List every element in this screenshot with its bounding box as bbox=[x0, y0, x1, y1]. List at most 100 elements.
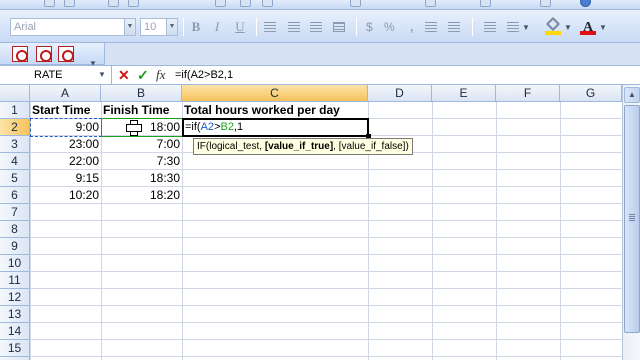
column-header-f[interactable]: F bbox=[496, 85, 560, 102]
sort-icon[interactable] bbox=[480, 0, 491, 7]
chevron-down-icon[interactable]: ▼ bbox=[98, 70, 106, 79]
font-size-value: 10 bbox=[144, 21, 157, 33]
cell-a4[interactable]: 22:00 bbox=[30, 153, 101, 170]
align-center-icon[interactable] bbox=[288, 22, 300, 32]
font-name-value: Arial bbox=[14, 21, 37, 33]
chevron-down-icon[interactable]: ▼ bbox=[599, 23, 607, 32]
cell-a1[interactable]: Start Time bbox=[30, 102, 101, 119]
formula-prefix: =if( bbox=[185, 121, 201, 133]
fill-color-swatch bbox=[545, 31, 561, 35]
borders-icon[interactable] bbox=[507, 22, 519, 32]
chevron-down-icon[interactable]: ▼ bbox=[166, 19, 177, 35]
column-header-d[interactable]: D bbox=[368, 85, 432, 102]
chevron-down-icon[interactable]: ▼ bbox=[564, 23, 572, 32]
cell-c1[interactable]: Total hours worked per day bbox=[182, 102, 368, 119]
align-right-icon[interactable] bbox=[310, 22, 322, 32]
autosum-icon[interactable] bbox=[425, 0, 436, 7]
formula-ref-a2: A2 bbox=[200, 121, 215, 133]
select-all-button[interactable] bbox=[0, 85, 30, 102]
preview-icon[interactable] bbox=[128, 0, 139, 7]
undo-icon[interactable] bbox=[350, 0, 361, 7]
paste-icon[interactable] bbox=[262, 0, 273, 7]
increase-decimal-icon[interactable] bbox=[425, 22, 437, 32]
cell-a3[interactable]: 23:00 bbox=[30, 136, 101, 153]
row-header[interactable]: 14 bbox=[0, 323, 30, 340]
row-header[interactable]: 5 bbox=[0, 170, 30, 187]
decrease-indent-icon[interactable] bbox=[484, 22, 496, 32]
column-header-g[interactable]: G bbox=[560, 85, 622, 102]
reference-highlight-a2 bbox=[30, 118, 102, 137]
tooltip-current-argument[interactable]: [value_if_true] bbox=[265, 141, 333, 152]
bold-button[interactable]: B bbox=[187, 19, 205, 35]
percent-button[interactable]: % bbox=[384, 19, 395, 35]
open-icon[interactable] bbox=[44, 0, 55, 7]
gridline bbox=[560, 102, 561, 360]
insert-function-icon[interactable]: fx bbox=[156, 67, 165, 83]
decrease-decimal-icon[interactable] bbox=[448, 22, 460, 32]
separator bbox=[256, 18, 257, 36]
currency-button[interactable]: $ bbox=[366, 19, 373, 35]
vertical-scrollbar[interactable]: ▲ bbox=[622, 85, 640, 360]
row-header[interactable]: 3 bbox=[0, 136, 30, 153]
column-header-a[interactable]: A bbox=[30, 85, 101, 102]
row-header[interactable]: 15 bbox=[0, 340, 30, 357]
cell-b3[interactable]: 7:00 bbox=[101, 136, 182, 153]
print-icon[interactable] bbox=[108, 0, 119, 7]
comma-style-button[interactable]: , bbox=[410, 19, 413, 35]
row-header[interactable]: 8 bbox=[0, 221, 30, 238]
save-icon[interactable] bbox=[64, 0, 75, 7]
merge-center-icon[interactable] bbox=[333, 22, 345, 32]
help-icon[interactable] bbox=[580, 0, 591, 7]
scroll-up-icon[interactable]: ▲ bbox=[624, 87, 640, 103]
row-header[interactable]: 11 bbox=[0, 272, 30, 289]
align-left-icon[interactable] bbox=[264, 22, 276, 32]
row-header[interactable]: 10 bbox=[0, 255, 30, 272]
row-header[interactable]: 12 bbox=[0, 289, 30, 306]
row-header[interactable]: 2 bbox=[0, 119, 30, 136]
fill-color-button[interactable] bbox=[545, 16, 561, 35]
row-header[interactable]: 7 bbox=[0, 204, 30, 221]
row-header[interactable]: 6 bbox=[0, 187, 30, 204]
font-color-swatch bbox=[580, 31, 596, 35]
formula-suffix: ,1 bbox=[233, 121, 244, 133]
row-header[interactable]: 9 bbox=[0, 238, 30, 255]
column-header-e[interactable]: E bbox=[432, 85, 496, 102]
enter-icon[interactable]: ✓ bbox=[137, 67, 149, 83]
chevron-down-icon[interactable]: ▼ bbox=[522, 23, 530, 32]
underline-button[interactable]: U bbox=[231, 19, 249, 35]
column-header-c[interactable]: C bbox=[182, 85, 368, 102]
row-header[interactable]: 13 bbox=[0, 306, 30, 323]
pdf-review-icon[interactable] bbox=[58, 46, 74, 62]
tooltip-remaining-arguments[interactable]: , [value_if_false]) bbox=[333, 141, 409, 152]
pdf-convert-icon[interactable] bbox=[12, 46, 28, 62]
formula-input[interactable]: =if(A2>B2,1 bbox=[175, 66, 233, 84]
cell-b5[interactable]: 18:30 bbox=[101, 170, 182, 187]
function-argument-tooltip[interactable]: IF(logical_test, [value_if_true], [value… bbox=[193, 138, 413, 155]
row-header[interactable]: 4 bbox=[0, 153, 30, 170]
italic-button[interactable]: I bbox=[208, 19, 226, 35]
tooltip-function[interactable]: IF(logical_test, bbox=[197, 141, 265, 152]
column-header-b[interactable]: B bbox=[101, 85, 182, 102]
copy-icon[interactable] bbox=[240, 0, 251, 7]
cancel-icon[interactable]: ✕ bbox=[118, 67, 130, 83]
reference-highlight-b2 bbox=[101, 118, 183, 137]
row-header[interactable]: 1 bbox=[0, 102, 30, 119]
cell-b4[interactable]: 7:30 bbox=[101, 153, 182, 170]
font-name-combo[interactable]: Arial ▼ bbox=[10, 18, 136, 36]
chevron-down-icon[interactable]: ▼ bbox=[124, 19, 135, 35]
cell-a6[interactable]: 10:20 bbox=[30, 187, 101, 204]
scroll-thumb[interactable] bbox=[624, 105, 640, 333]
cell-b6[interactable]: 18:20 bbox=[101, 187, 182, 204]
chart-icon[interactable] bbox=[540, 0, 551, 7]
cell-b1[interactable]: Finish Time bbox=[101, 102, 182, 119]
toolbar-dock-area bbox=[105, 43, 640, 65]
cell-a5[interactable]: 9:15 bbox=[30, 170, 101, 187]
gridline bbox=[182, 102, 183, 360]
cut-icon[interactable] bbox=[215, 0, 226, 7]
pdf-email-icon[interactable] bbox=[36, 46, 52, 62]
name-box[interactable]: RATE bbox=[0, 66, 112, 84]
font-color-button[interactable]: A bbox=[580, 18, 596, 35]
font-size-combo[interactable]: 10 ▼ bbox=[140, 18, 178, 36]
standard-toolbar bbox=[0, 0, 640, 10]
paint-bucket-icon bbox=[545, 16, 561, 32]
